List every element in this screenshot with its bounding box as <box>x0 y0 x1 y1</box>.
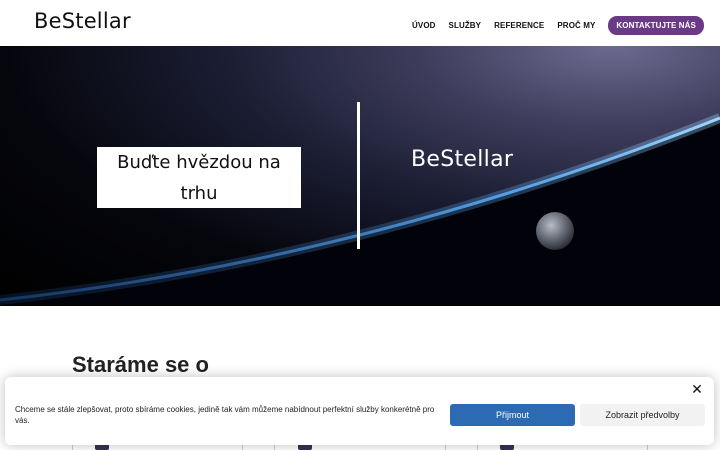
cookie-text: Chceme se stále zlepšovat, proto sbíráme… <box>15 405 435 425</box>
nav-item-proc-my[interactable]: PROČ MY <box>557 21 595 30</box>
site-logo[interactable]: BeStellar <box>34 9 131 33</box>
contact-button[interactable]: KONTAKTUJTE NÁS <box>608 16 704 35</box>
nav-item-reference[interactable]: REFERENCE <box>494 21 544 30</box>
main-nav: ÚVOD SLUŽBY REFERENCE PROČ MY KONTAKTUJT… <box>399 16 704 35</box>
nav-item-sluzby[interactable]: SLUŽBY <box>449 21 482 30</box>
section-title: Staráme se o <box>72 352 209 377</box>
cookie-preferences-button[interactable]: Zobrazit předvolby <box>580 404 705 426</box>
nav-item-uvod[interactable]: ÚVOD <box>412 21 436 30</box>
cookie-banner: Chceme se stále zlepšovat, proto sbíráme… <box>5 377 714 445</box>
close-icon[interactable]: ✕ <box>690 382 704 396</box>
hero-logo: BeStellar <box>411 147 514 172</box>
hero-headline-box: Buďte hvězdou na trhu <box>97 147 301 208</box>
hero-banner: Buďte hvězdou na trhu BeStellar <box>0 46 720 306</box>
hero-divider <box>357 102 360 249</box>
site-header: BeStellar ÚVOD SLUŽBY REFERENCE PROČ MY … <box>0 0 720 46</box>
moon-icon <box>536 212 574 250</box>
hero-headline: Buďte hvězdou na trhu <box>117 151 281 204</box>
accept-cookies-button[interactable]: Přijmout <box>450 404 575 426</box>
